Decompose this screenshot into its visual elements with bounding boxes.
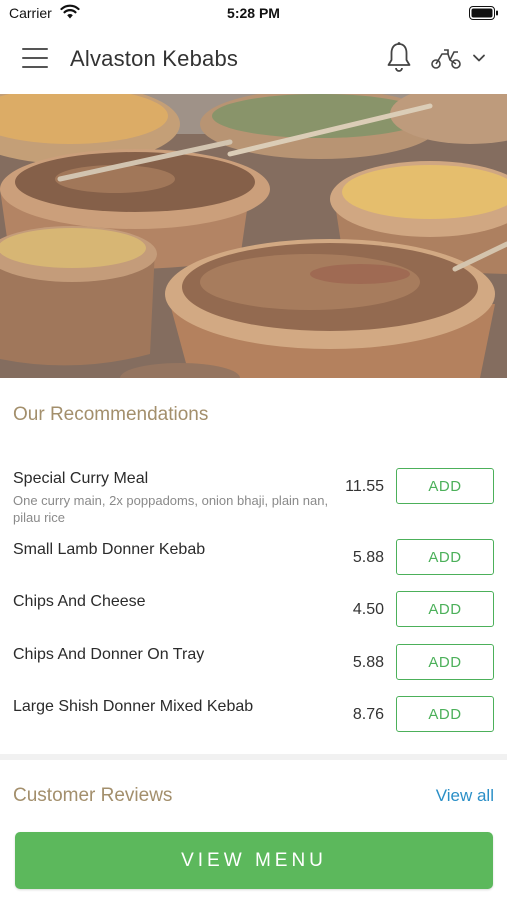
item-name: Chips And Donner On Tray [13,646,205,663]
item-name: Small Lamb Donner Kebab [13,541,206,558]
battery-icon [469,6,498,20]
add-button[interactable]: ADD [396,591,494,627]
item-name: Special Curry Meal [13,470,149,487]
recommendations-title: Our Recommendations [13,404,209,425]
item-price: 8.76 [352,706,384,723]
item-price: 5.88 [352,549,384,566]
item-price: 4.50 [352,601,384,618]
item-price: 11.55 [345,478,384,495]
section-divider [0,754,507,760]
reviews-title: Customer Reviews [13,785,173,806]
bell-icon[interactable] [384,41,414,73]
item-name: Chips And Cheese [13,593,146,610]
scooter-icon[interactable] [430,46,462,70]
add-button[interactable]: ADD [396,696,494,732]
view-menu-button[interactable]: VIEW MENU [15,832,493,889]
hero-food-image [0,94,507,378]
add-button[interactable]: ADD [396,539,494,575]
hamburger-icon[interactable] [22,48,48,70]
item-description: One curry main, 2x poppadoms, onion bhaj… [13,493,329,525]
app-header: Alvaston Kebabs [0,26,507,94]
status-bar: Carrier 5:28 PM [0,0,507,26]
add-button[interactable]: ADD [396,644,494,680]
item-name: Large Shish Donner Mixed Kebab [13,698,254,715]
status-time: 5:28 PM [227,5,280,21]
page-title: Alvaston Kebabs [70,46,239,71]
chevron-down-icon[interactable] [471,52,487,64]
view-all-link[interactable]: View all [436,786,494,806]
item-price: 5.88 [352,654,384,671]
add-button[interactable]: ADD [396,468,494,504]
